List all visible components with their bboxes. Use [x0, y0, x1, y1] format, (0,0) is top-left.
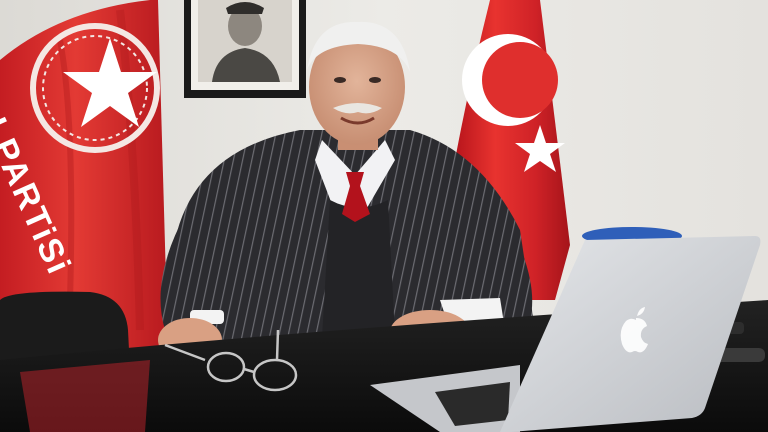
desk-reflection [20, 360, 150, 432]
photo-illustration [0, 0, 768, 432]
framed-portrait [184, 0, 306, 98]
photo-scene: I PARTiSi [0, 0, 768, 432]
